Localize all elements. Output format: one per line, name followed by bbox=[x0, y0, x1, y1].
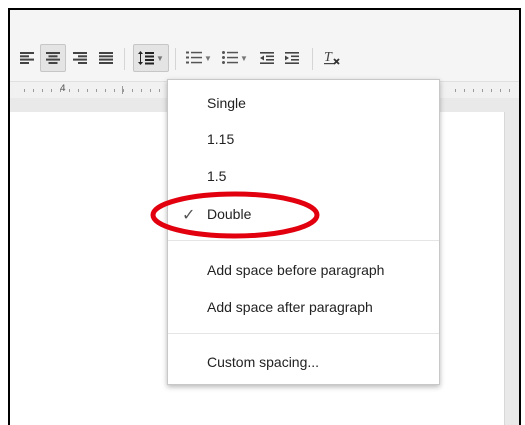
menu-item-label: Add space after paragraph bbox=[207, 299, 373, 315]
toolbar-separator bbox=[312, 48, 313, 70]
align-left-button[interactable] bbox=[15, 44, 39, 72]
chevron-down-icon: ▼ bbox=[204, 53, 212, 63]
align-center-button[interactable] bbox=[40, 44, 66, 72]
menu-item-1-5[interactable]: 1.5 bbox=[168, 162, 439, 190]
ruler-ticks bbox=[24, 89, 174, 92]
ruler-number: 4 bbox=[60, 84, 66, 94]
bulleted-list-icon bbox=[222, 51, 239, 65]
toolbar-separator bbox=[175, 48, 176, 70]
menu-separator bbox=[168, 240, 439, 241]
clear-formatting-icon: T bbox=[323, 50, 341, 66]
menu-item-label: Custom spacing... bbox=[207, 354, 320, 370]
formatting-toolbar: ▼ ▼ ▼ T bbox=[10, 10, 519, 82]
svg-text:T: T bbox=[324, 50, 333, 65]
numbered-list-button[interactable]: ▼ bbox=[182, 44, 216, 72]
menu-separator bbox=[168, 333, 439, 334]
align-right-icon bbox=[73, 52, 87, 64]
numbered-list-icon bbox=[186, 51, 203, 65]
checkmark-icon: ✓ bbox=[182, 207, 196, 224]
ruler-ticks bbox=[455, 89, 515, 92]
ruler-marker bbox=[122, 86, 123, 94]
toolbar-separator bbox=[124, 48, 125, 70]
decrease-indent-button[interactable] bbox=[255, 44, 279, 72]
line-spacing-icon bbox=[138, 51, 155, 65]
menu-item-label: Single bbox=[207, 95, 246, 111]
menu-item-single[interactable]: Single bbox=[168, 89, 439, 117]
decrease-indent-icon bbox=[260, 52, 274, 64]
line-spacing-button[interactable]: ▼ bbox=[133, 44, 169, 72]
menu-item-add-space-after[interactable]: Add space after paragraph bbox=[168, 293, 439, 321]
menu-item-double[interactable]: ✓ Double bbox=[168, 200, 439, 228]
clear-formatting-button[interactable]: T bbox=[319, 44, 345, 72]
menu-item-label: Double bbox=[207, 206, 252, 222]
menu-item-1-15[interactable]: 1.15 bbox=[168, 125, 439, 153]
increase-indent-icon bbox=[285, 52, 299, 64]
align-justify-button[interactable] bbox=[94, 44, 118, 72]
bulleted-list-button[interactable]: ▼ bbox=[218, 44, 252, 72]
menu-item-label: 1.5 bbox=[207, 168, 227, 184]
chevron-down-icon: ▼ bbox=[240, 53, 248, 63]
menu-item-label: Add space before paragraph bbox=[207, 262, 385, 278]
menu-item-custom-spacing[interactable]: Custom spacing... bbox=[168, 348, 439, 376]
menu-item-label: 1.15 bbox=[207, 131, 235, 147]
align-left-icon bbox=[20, 52, 34, 64]
line-spacing-menu: Single 1.15 1.5 ✓ Double Add space befor… bbox=[167, 79, 440, 385]
align-center-icon bbox=[46, 52, 60, 64]
align-right-button[interactable] bbox=[68, 44, 92, 72]
chevron-down-icon: ▼ bbox=[156, 53, 164, 63]
align-justify-icon bbox=[99, 52, 113, 64]
menu-item-add-space-before[interactable]: Add space before paragraph bbox=[168, 256, 439, 284]
increase-indent-button[interactable] bbox=[280, 44, 304, 72]
